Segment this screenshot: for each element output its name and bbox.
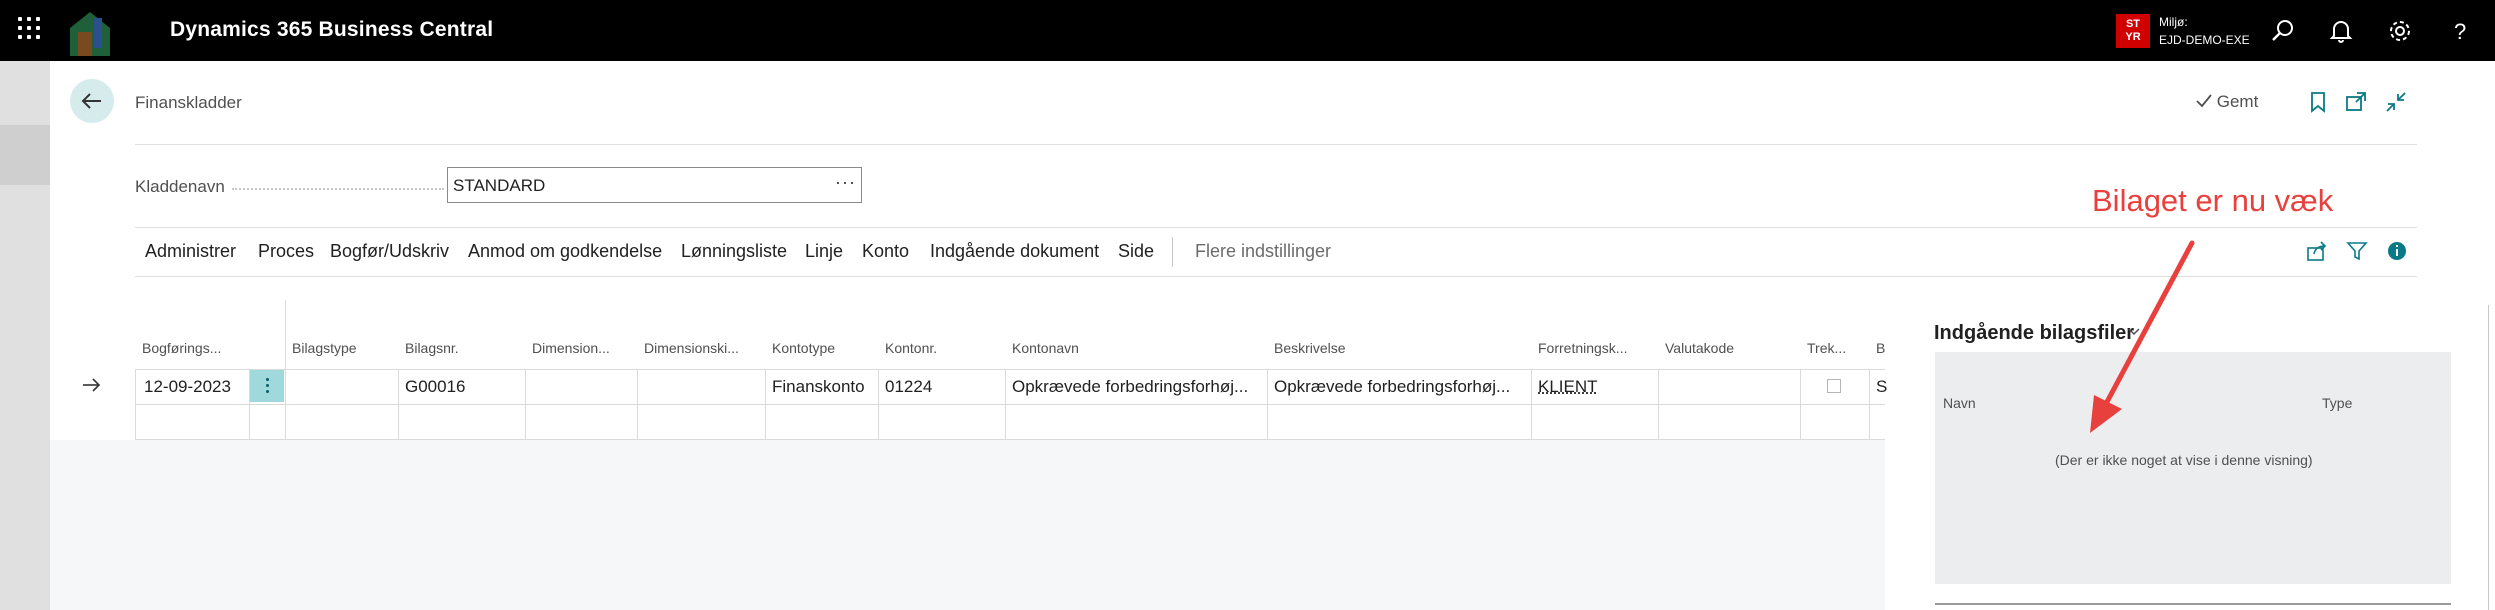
app-title: Dynamics 365 Business Central: [170, 18, 494, 41]
factbox-column-type[interactable]: Type: [2322, 395, 2352, 411]
column-header-account-no[interactable]: Kontonr.: [885, 340, 937, 356]
action-side[interactable]: Side: [1118, 241, 1154, 262]
open-new-window-icon[interactable]: [2344, 90, 2368, 114]
bookmark-icon[interactable]: [2306, 90, 2330, 114]
left-strip-highlight: [0, 125, 50, 185]
company-logo-icon: [70, 12, 110, 56]
action-separator: [1172, 237, 1173, 267]
grid-frozen-divider: [285, 300, 286, 440]
svg-text:?: ?: [2454, 19, 2466, 44]
grid-empty-area: [50, 440, 1885, 610]
cell-posting-date[interactable]: 12-09-2023: [144, 377, 231, 397]
saved-label: Gemt: [2216, 92, 2259, 111]
header-divider: [135, 144, 2417, 145]
grid-cell-divider: [765, 369, 766, 439]
batch-lookup-button[interactable]: ···: [835, 172, 856, 193]
column-header-dimension-1[interactable]: Dimension...: [532, 340, 610, 356]
factbox-empty-message: (Der er ikke noget at vise i denne visni…: [2055, 452, 2313, 468]
vertical-scrollbar[interactable]: [2488, 305, 2495, 610]
grid-cell-divider: [1869, 369, 1870, 439]
column-header-document-no[interactable]: Bilagsnr.: [405, 340, 459, 356]
grid-cell-divider: [637, 369, 638, 439]
annotation-text: Bilaget er nu væk: [2092, 183, 2334, 218]
column-header-currency[interactable]: Valutakode: [1665, 340, 1734, 356]
current-row-arrow-icon: [83, 378, 101, 392]
help-icon[interactable]: ?: [2448, 18, 2474, 44]
cell-document-no[interactable]: G00016: [405, 377, 466, 397]
field-leader-dots: [232, 188, 444, 190]
action-more-options[interactable]: Flere indstillinger: [1195, 241, 1331, 262]
collapse-icon[interactable]: [2384, 90, 2408, 114]
column-header-posting-date[interactable]: Bogførings...: [142, 340, 221, 356]
share-icon[interactable]: [2305, 239, 2329, 263]
environment-label: Miljø:: [2159, 15, 2188, 29]
back-button[interactable]: [70, 79, 114, 123]
grid-cell-divider: [398, 369, 399, 439]
column-header-document-type[interactable]: Bilagstype: [292, 340, 357, 356]
app-launcher-icon[interactable]: [18, 17, 40, 39]
cell-b[interactable]: S: [1876, 377, 1887, 397]
grid-cell-divider: [1658, 369, 1659, 439]
action-lonningsliste[interactable]: Lønningsliste: [681, 241, 787, 262]
grid-cell-divider: [878, 369, 879, 439]
action-administrer[interactable]: Administrer: [145, 241, 236, 262]
grid-cell-divider: [1005, 369, 1006, 439]
environment-badge[interactable]: ST YR: [2116, 14, 2150, 48]
notification-bell-icon[interactable]: [2328, 18, 2354, 44]
info-icon[interactable]: [2385, 239, 2409, 263]
column-header-trek[interactable]: Trek...: [1807, 340, 1846, 356]
action-anmod-om-godkendelse[interactable]: Anmod om godkendelse: [468, 241, 662, 262]
cell-account-name[interactable]: Opkrævede forbedringsforhøj...: [1012, 377, 1264, 397]
column-header-business[interactable]: Forretningsk...: [1538, 340, 1627, 356]
column-header-b[interactable]: B: [1876, 340, 1885, 356]
back-arrow-icon: [81, 93, 101, 109]
cell-description[interactable]: Opkrævede forbedringsforhøj...: [1274, 377, 1528, 397]
grid-cell-divider: [135, 369, 136, 439]
action-proces[interactable]: Proces: [258, 241, 314, 262]
cell-account-type[interactable]: Finanskonto: [772, 377, 865, 397]
grid-row-line: [135, 439, 1885, 440]
action-konto[interactable]: Konto: [862, 241, 909, 262]
action-bogfor-udskriv[interactable]: Bogfør/Udskriv: [330, 241, 449, 262]
annotation-arrow-icon: [2090, 240, 2195, 433]
env-badge-line2: YR: [2125, 31, 2141, 43]
grid-cell-divider: [525, 369, 526, 439]
batch-name-input[interactable]: STANDARD: [447, 167, 862, 203]
row-menu-button[interactable]: [250, 370, 284, 402]
factbox-column-name[interactable]: Navn: [1943, 395, 1976, 411]
page-title: Finanskladder: [135, 93, 242, 112]
environment-name: EJD-DEMO-EXE: [2159, 33, 2250, 47]
grid-cell-divider: [1800, 369, 1801, 439]
column-header-account-name[interactable]: Kontonavn: [1012, 340, 1079, 356]
column-header-description[interactable]: Beskrivelse: [1274, 340, 1346, 356]
checkmark-icon: [2196, 94, 2212, 108]
top-bar: Dynamics 365 Business Central ST YR Milj…: [0, 0, 2495, 61]
action-bar: Administrer Proces Bogfør/Udskriv Anmod …: [135, 227, 2417, 277]
cell-business[interactable]: KLIENT: [1538, 377, 1598, 397]
saved-status: Gemt: [2196, 92, 2258, 112]
action-indgaende-dokument[interactable]: Indgående dokument: [930, 241, 1099, 262]
settings-gear-icon[interactable]: [2387, 18, 2413, 44]
batch-name-label: Kladdenavn: [135, 177, 225, 196]
grid-cell-divider: [1531, 369, 1532, 439]
search-icon[interactable]: [2270, 18, 2296, 44]
grid-cell-divider: [1267, 369, 1268, 439]
column-header-dimension-2[interactable]: Dimensionski...: [644, 340, 739, 356]
cell-trek-checkbox[interactable]: [1827, 379, 1841, 393]
cell-account-no[interactable]: 01224: [885, 377, 932, 397]
env-badge-line1: ST: [2125, 18, 2141, 30]
action-linje[interactable]: Linje: [805, 241, 843, 262]
factbox-bottom-line: [1935, 603, 2451, 605]
column-header-account-type[interactable]: Kontotype: [772, 340, 835, 356]
filter-icon[interactable]: [2345, 239, 2369, 263]
